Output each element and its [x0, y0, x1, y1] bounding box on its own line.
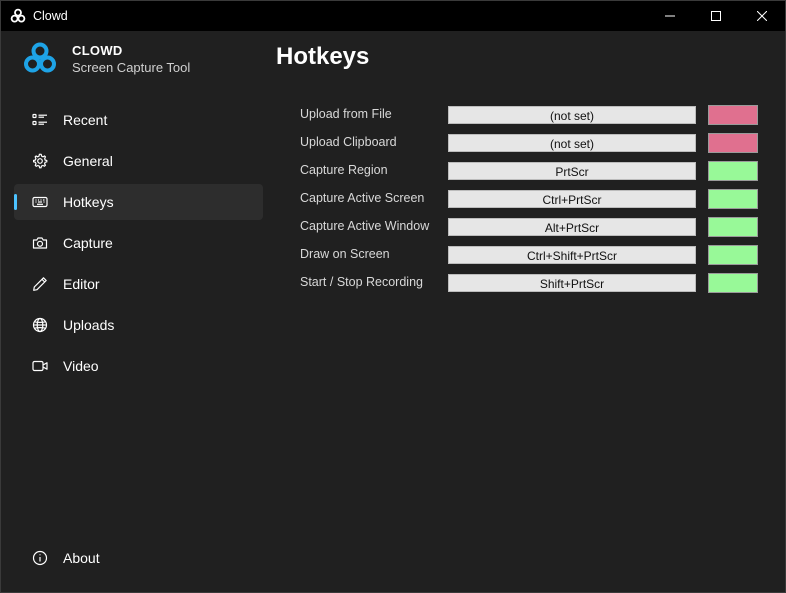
hotkey-row-capture-active-screen: Capture Active Screen Ctrl+PrtScr — [300, 189, 760, 209]
nav-item-recent[interactable]: Recent — [14, 102, 263, 138]
gear-icon — [32, 153, 48, 169]
title-bar[interactable]: Clowd — [1, 1, 785, 31]
nav-item-hotkeys[interactable]: Hotkeys — [14, 184, 263, 220]
hotkey-row-start-stop-recording: Start / Stop Recording Shift+PrtScr — [300, 273, 760, 293]
keyboard-icon — [32, 194, 48, 210]
hotkey-row-upload-from-file: Upload from File (not set) — [300, 105, 760, 125]
nav-label-editor: Editor — [63, 276, 100, 292]
hotkey-status-indicator — [708, 105, 758, 125]
nav-item-general[interactable]: General — [14, 143, 263, 179]
page-title: Hotkeys — [276, 43, 370, 70]
hotkey-input[interactable]: Ctrl+PrtScr — [448, 190, 696, 208]
hotkey-input[interactable]: Ctrl+Shift+PrtScr — [448, 246, 696, 264]
hotkey-status-indicator — [708, 245, 758, 265]
hotkey-input[interactable]: Shift+PrtScr — [448, 274, 696, 292]
nav-item-video[interactable]: Video — [14, 348, 263, 384]
close-icon — [757, 11, 767, 21]
hotkey-input[interactable]: (not set) — [448, 106, 696, 124]
globe-icon — [32, 317, 48, 333]
active-indicator — [14, 194, 17, 210]
hotkey-label: Start / Stop Recording — [300, 275, 423, 289]
hotkey-status-indicator — [708, 217, 758, 237]
nav-label-capture: Capture — [63, 235, 113, 251]
hotkey-status-indicator — [708, 161, 758, 181]
nav-label-recent: Recent — [63, 112, 108, 128]
info-icon — [32, 550, 48, 566]
nav-item-editor[interactable]: Editor — [14, 266, 263, 302]
nav-label-general: General — [63, 153, 113, 169]
brand-name: CLOWD — [72, 43, 123, 58]
hotkey-row-capture-region: Capture Region PrtScr — [300, 161, 760, 181]
nav-label-video: Video — [63, 358, 99, 374]
window-title: Clowd — [33, 9, 68, 23]
hotkey-row-capture-active-window: Capture Active Window Alt+PrtScr — [300, 217, 760, 237]
sidebar: CLOWD Screen Capture Tool Recent General… — [1, 31, 271, 592]
hotkey-label: Draw on Screen — [300, 247, 390, 261]
pencil-icon — [32, 276, 48, 292]
hotkey-status-indicator — [708, 273, 758, 293]
list-icon — [32, 112, 48, 128]
close-button[interactable] — [739, 1, 785, 31]
brand-subtitle: Screen Capture Tool — [72, 60, 191, 75]
hotkey-label: Capture Active Screen — [300, 191, 425, 205]
minimize-button[interactable] — [647, 1, 693, 31]
nav-item-capture[interactable]: Capture — [14, 225, 263, 261]
camera-icon — [32, 235, 48, 251]
nav-item-about[interactable]: About — [14, 540, 263, 576]
hotkey-label: Capture Active Window — [300, 219, 430, 233]
hotkey-input[interactable]: PrtScr — [448, 162, 696, 180]
minimize-icon — [665, 15, 675, 17]
clowd-logo-icon — [10, 8, 26, 24]
hotkey-status-indicator — [708, 133, 758, 153]
hotkey-row-draw-on-screen: Draw on Screen Ctrl+Shift+PrtScr — [300, 245, 760, 265]
hotkey-row-upload-clipboard: Upload Clipboard (not set) — [300, 133, 760, 153]
nav-item-uploads[interactable]: Uploads — [14, 307, 263, 343]
maximize-button[interactable] — [693, 1, 739, 31]
hotkey-label: Upload Clipboard — [300, 135, 397, 149]
hotkey-label: Upload from File — [300, 107, 392, 121]
nav-label-hotkeys: Hotkeys — [63, 194, 114, 210]
maximize-icon — [711, 11, 721, 21]
clowd-brand-logo-icon — [22, 41, 58, 77]
hotkey-status-indicator — [708, 189, 758, 209]
nav-label-uploads: Uploads — [63, 317, 115, 333]
hotkey-label: Capture Region — [300, 163, 388, 177]
nav-label-about: About — [63, 550, 100, 566]
main-content: Hotkeys Upload from File (not set) Uploa… — [271, 31, 785, 592]
hotkey-input[interactable]: (not set) — [448, 134, 696, 152]
hotkey-input[interactable]: Alt+PrtScr — [448, 218, 696, 236]
video-icon — [32, 358, 48, 374]
app-window: Clowd CLOWD Screen Capture Tool Recent G… — [0, 0, 786, 593]
